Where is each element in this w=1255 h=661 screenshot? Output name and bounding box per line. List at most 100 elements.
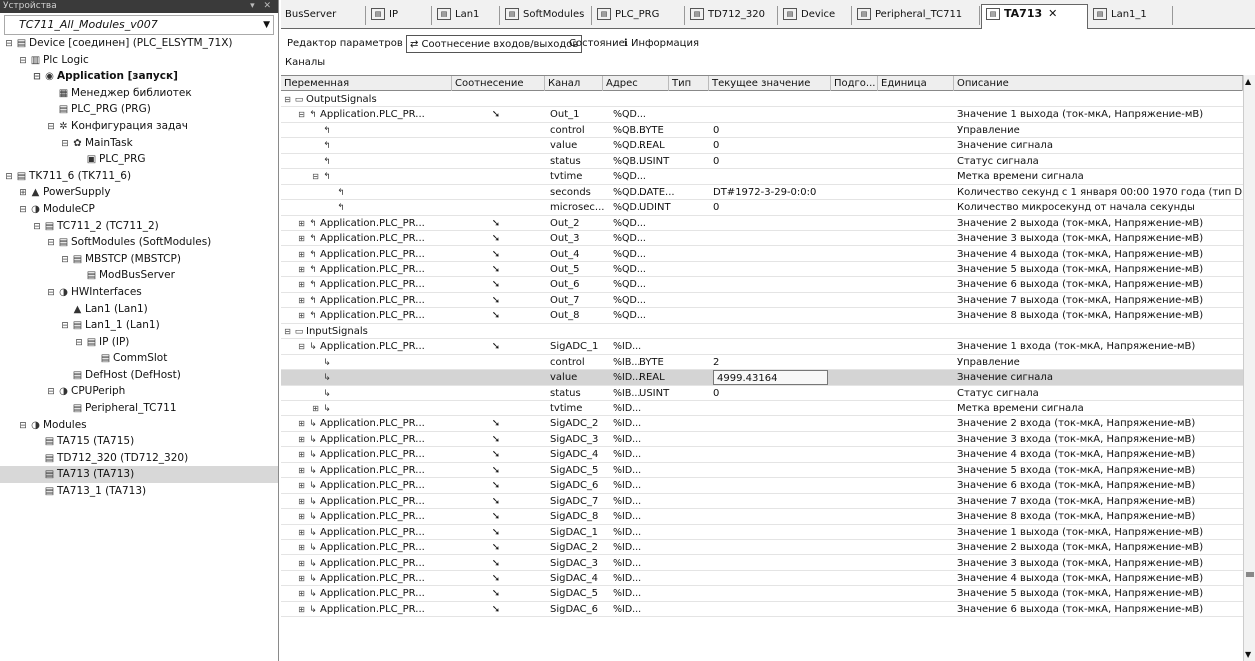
expand-toggle-icon[interactable]: ⊞: [297, 602, 306, 617]
current-value-cell[interactable]: [713, 525, 828, 540]
variable-cell[interactable]: ⊞ ↳ Application.PLC_PR...: [281, 540, 452, 555]
current-value-cell[interactable]: [713, 401, 828, 416]
expand-toggle-icon[interactable]: ⊟: [18, 53, 28, 69]
project-combo[interactable]: TC711_All_Modules_v007 ▼: [4, 15, 274, 35]
tree-node[interactable]: ⊟ ▤ MBSTCP (MBSTCP): [0, 251, 278, 268]
table-row[interactable]: ⊟ ▭ OutputSignals: [281, 92, 1243, 108]
tree-node[interactable]: ⊟ ▥ Plc Logic: [0, 52, 278, 69]
subtab-3[interactable]: ℹ Информация: [621, 35, 702, 53]
current-value-cell[interactable]: [713, 571, 828, 586]
table-row[interactable]: ⊞ ↳ Application.PLC_PR... ➘ SigADC_2 %ID... Зн…: [281, 416, 1243, 432]
variable-cell[interactable]: ⊟ ▭ OutputSignals: [281, 92, 452, 107]
current-value-cell[interactable]: [713, 231, 828, 246]
table-row[interactable]: ↰ control %QB... BYTE 0 Управление: [281, 123, 1243, 139]
variable-cell[interactable]: ⊞ ↳ Application.PLC_PR...: [281, 586, 452, 601]
table-row[interactable]: ⊞ ↰ Application.PLC_PR... ➘ Out_4 %QD... Значе…: [281, 247, 1243, 262]
expand-toggle-icon[interactable]: ⊞: [297, 509, 306, 524]
variable-cell[interactable]: ⊞ ↳ Application.PLC_PR...: [281, 478, 452, 493]
table-row[interactable]: ⊞ ↰ Application.PLC_PR... ➘ Out_8 %QD... Значе…: [281, 308, 1243, 324]
tree-node[interactable]: ⊟ ▤ SoftModules (SoftModules): [0, 234, 278, 251]
expand-toggle-icon[interactable]: ⊟: [46, 235, 56, 251]
expand-toggle-icon[interactable]: ⊟: [60, 136, 70, 152]
table-row[interactable]: ↳ status %IB... USINT 0 Статус сигнала: [281, 386, 1243, 401]
variable-cell[interactable]: ⊞ ↳ Application.PLC_PR...: [281, 509, 452, 524]
scroll-up-icon[interactable]: ▲: [1245, 77, 1251, 86]
column-header[interactable]: Соотнесение: [452, 76, 545, 91]
table-row[interactable]: ↰ microsec... %QD... UDINT 0 Количество микро…: [281, 200, 1243, 216]
variable-cell[interactable]: ⊞ ↰ Application.PLC_PR...: [281, 293, 452, 308]
current-value-cell[interactable]: [713, 447, 828, 462]
expand-toggle-icon[interactable]: ⊞: [297, 231, 306, 246]
current-value-cell[interactable]: [713, 463, 828, 478]
column-header[interactable]: Канал: [545, 76, 603, 91]
scroll-down-icon[interactable]: ▼: [1245, 650, 1251, 659]
expand-toggle-icon[interactable]: ⊞: [297, 293, 306, 308]
tree-node[interactable]: ▲ Lan1 (Lan1): [0, 301, 278, 318]
variable-cell[interactable]: ⊟ ↰: [281, 169, 452, 184]
column-header[interactable]: Переменная: [281, 76, 452, 91]
tree-node[interactable]: ⊟ ✿ MainTask: [0, 135, 278, 152]
current-value-cell[interactable]: [713, 540, 828, 555]
subtab-0[interactable]: Редактор параметров: [284, 35, 406, 53]
expand-toggle-icon[interactable]: ⊟: [60, 318, 70, 334]
expand-toggle-icon[interactable]: ⊟: [18, 418, 28, 434]
subtab-1[interactable]: ⇄ Соотнесение входов/выходов: [406, 35, 583, 53]
table-row[interactable]: ⊞ ↳ Application.PLC_PR... ➘ SigDAC_2 %ID... Зн…: [281, 540, 1243, 556]
expand-toggle-icon[interactable]: ⊟: [32, 219, 42, 235]
tree-node[interactable]: ▤ TA715 (TA715): [0, 433, 278, 450]
expand-toggle-icon[interactable]: ⊞: [297, 447, 306, 462]
current-value-cell[interactable]: [713, 293, 828, 308]
current-value-cell[interactable]: [713, 339, 828, 354]
current-value-cell[interactable]: [713, 308, 828, 323]
table-row[interactable]: ⊞ ↳ tvtime %ID... Метка времени сигнала: [281, 401, 1243, 417]
tree-node[interactable]: ▤ TA713_1 (TA713): [0, 483, 278, 500]
scroll-thumb[interactable]: [1246, 572, 1254, 577]
column-header[interactable]: Единица: [878, 76, 954, 91]
close-tab-icon[interactable]: ✕: [1048, 7, 1057, 20]
table-row[interactable]: ⊞ ↳ Application.PLC_PR... ➘ SigADC_7 %ID... Зн…: [281, 494, 1243, 510]
current-value-cell[interactable]: [713, 494, 828, 509]
variable-cell[interactable]: ↳: [281, 370, 452, 385]
tree-node[interactable]: ▤ CommSlot: [0, 350, 278, 367]
variable-cell[interactable]: ⊞ ↳ Application.PLC_PR...: [281, 447, 452, 462]
expand-toggle-icon[interactable]: ⊞: [297, 540, 306, 555]
expand-toggle-icon[interactable]: ⊟: [32, 69, 42, 85]
current-value-cell[interactable]: 0: [713, 123, 828, 138]
tab-softmodules[interactable]: ▤ SoftModules: [501, 6, 592, 25]
tree-node[interactable]: ⊟ ▤ Lan1_1 (Lan1): [0, 317, 278, 334]
expand-toggle-icon[interactable]: ⊞: [297, 571, 306, 586]
variable-cell[interactable]: ⊟ ▭ InputSignals: [281, 324, 452, 339]
variable-cell[interactable]: ⊞ ↰ Application.PLC_PR...: [281, 308, 452, 323]
table-row[interactable]: ⊞ ↳ Application.PLC_PR... ➘ SigDAC_1 %ID... Зн…: [281, 525, 1243, 541]
expand-toggle-icon[interactable]: ⊞: [297, 494, 306, 509]
expand-toggle-icon[interactable]: ⊟: [60, 252, 70, 268]
table-row[interactable]: ⊞ ↳ Application.PLC_PR... ➘ SigDAC_3 %ID... Зн…: [281, 556, 1243, 571]
table-row[interactable]: ⊞ ↰ Application.PLC_PR... ➘ Out_6 %QD... Значе…: [281, 277, 1243, 293]
expand-toggle-icon[interactable]: ⊟: [46, 119, 56, 135]
column-header[interactable]: Подго...: [831, 76, 878, 91]
expand-toggle-icon[interactable]: ⊟: [283, 324, 292, 339]
variable-cell[interactable]: ⊞ ↳ Application.PLC_PR...: [281, 556, 452, 571]
tree-node[interactable]: ▤ TD712_320 (TD712_320): [0, 450, 278, 467]
tab-ip[interactable]: ▤ IP: [367, 6, 432, 25]
variable-cell[interactable]: ⊞ ↳ Application.PLC_PR...: [281, 494, 452, 509]
expand-toggle-icon[interactable]: ⊞: [297, 556, 306, 571]
table-row[interactable]: ↰ value %QD... REAL 0 Значение сигнала: [281, 138, 1243, 154]
expand-toggle-icon[interactable]: ⊞: [297, 216, 306, 231]
variable-cell[interactable]: ↰: [281, 185, 452, 200]
table-row[interactable]: ↰ seconds %QD... DATE... DT#1972-3-29-0:0:0 К…: [281, 185, 1243, 201]
variable-cell[interactable]: ⊞ ↳ Application.PLC_PR...: [281, 571, 452, 586]
variable-cell[interactable]: ⊞ ↳ Application.PLC_PR...: [281, 432, 452, 447]
current-value-cell[interactable]: 0: [713, 200, 828, 215]
tree-node[interactable]: ⊟ ▤ IP (IP): [0, 334, 278, 351]
table-row[interactable]: ⊞ ↰ Application.PLC_PR... ➘ Out_2 %QD... Значе…: [281, 216, 1243, 232]
variable-cell[interactable]: ↰: [281, 123, 452, 138]
tree-node[interactable]: ⊞ ▲ PowerSupply: [0, 184, 278, 201]
tab-lan1_1[interactable]: ▤ Lan1_1: [1089, 6, 1173, 25]
tab-busserver[interactable]: BusServer: [281, 6, 366, 25]
table-row[interactable]: ⊞ ↳ Application.PLC_PR... ➘ SigADC_5 %ID... Зн…: [281, 463, 1243, 479]
expand-toggle-icon[interactable]: ⊟: [18, 202, 28, 218]
variable-cell[interactable]: ↰: [281, 154, 452, 169]
column-header[interactable]: Тип: [669, 76, 709, 91]
table-row[interactable]: ⊞ ↳ Application.PLC_PR... ➘ SigDAC_6 %ID... Зн…: [281, 602, 1243, 618]
